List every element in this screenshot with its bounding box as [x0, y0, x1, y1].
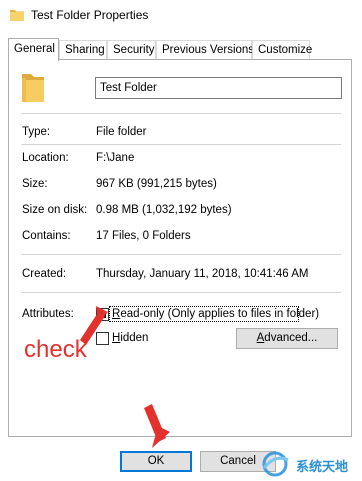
divider: [21, 254, 341, 255]
readonly-checkbox-label[interactable]: Read-only (Only applies to files in fold…: [112, 308, 319, 320]
title-bar: Test Folder Properties: [0, 0, 362, 32]
contains-label: Contains:: [22, 230, 71, 242]
advanced-button[interactable]: Advanced...: [236, 328, 338, 349]
tab-security[interactable]: Security: [107, 40, 156, 60]
contains-value: 17 Files, 0 Folders: [96, 230, 191, 242]
size-on-disk-label: Size on disk:: [22, 204, 88, 216]
watermark-logo-icon: [262, 451, 289, 477]
divider: [21, 144, 341, 145]
hidden-checkbox[interactable]: [96, 332, 109, 345]
site-watermark: 系统天地: [258, 450, 362, 478]
readonly-checkbox[interactable]: [96, 308, 109, 321]
tab-previous-versions[interactable]: Previous Versions: [156, 40, 254, 60]
hidden-label-text: idden: [120, 332, 149, 344]
ok-button[interactable]: OK: [120, 451, 192, 472]
location-value: F:\Jane: [96, 152, 135, 164]
attributes-label: Attributes:: [22, 308, 74, 320]
size-label: Size:: [22, 178, 48, 190]
location-label: Location:: [22, 152, 69, 164]
size-value: 967 KB (991,215 bytes): [96, 178, 217, 190]
large-folder-icon: [22, 74, 44, 102]
annotation-check-text: check: [24, 336, 87, 363]
hidden-checkbox-label[interactable]: Hidden: [112, 332, 148, 344]
type-label: Type:: [22, 126, 51, 138]
tab-customize[interactable]: Customize: [252, 40, 312, 60]
created-label: Created:: [22, 268, 67, 280]
divider: [21, 292, 341, 293]
tab-sharing[interactable]: Sharing: [59, 40, 107, 60]
general-tab-panel: [8, 59, 352, 437]
type-value: File folder: [96, 126, 147, 138]
divider: [21, 113, 341, 114]
size-on-disk-value: 0.98 MB (1,032,192 bytes): [96, 204, 232, 216]
tab-strip: General Sharing Security Previous Versio…: [8, 38, 354, 61]
created-value: Thursday, January 11, 2018, 10:41:46 AM: [96, 268, 309, 280]
tab-general[interactable]: General: [8, 38, 59, 61]
watermark-text: 系统天地: [296, 459, 349, 474]
window-title: Test Folder Properties: [31, 8, 149, 22]
folder-icon: [10, 10, 24, 21]
readonly-label-text: ead-only (Only applies to files in folde…: [120, 308, 320, 320]
folder-name-field[interactable]: [95, 77, 342, 99]
advanced-label-text: dvanced...: [264, 332, 318, 344]
